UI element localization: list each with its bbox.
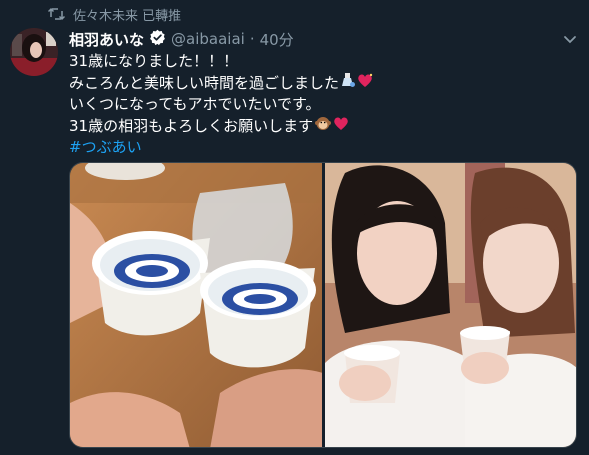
avatar[interactable] — [10, 28, 58, 76]
timestamp[interactable]: 40分 — [260, 29, 294, 50]
hashtag-link[interactable]: #つぶあい — [69, 137, 142, 158]
photo-two-women[interactable] — [324, 163, 576, 447]
tweet-line: みころんと美味しい時間を過ごしました — [69, 72, 574, 94]
sparkling-heart-icon — [357, 73, 373, 94]
display-name[interactable]: 相羽あいな — [69, 29, 144, 50]
retweet-context[interactable]: 佐々木未来 已轉推 — [48, 5, 182, 24]
red-heart-icon — [333, 116, 349, 137]
tweet-text: 31歳になりました！！！ みころんと美味しい時間を過ごしました いくつになっても… — [69, 51, 574, 158]
tweet-line: 31歳の相羽もよろしくお願いします — [69, 115, 574, 137]
tweet-header: 相羽あいな @aibaaiai · 40分 — [69, 28, 294, 50]
tweet-line-text: 31歳になりました！！！ — [69, 52, 239, 70]
tweet-line: 31歳になりました！！！ — [69, 51, 574, 72]
media-grid — [69, 162, 577, 448]
tweet-line-text: みころんと美味しい時間を過ごしました — [69, 73, 340, 92]
tweet-line-text: いくつになってもアホでいたいです。 — [69, 95, 321, 113]
retweet-icon — [48, 7, 65, 21]
handle[interactable]: @aibaaiai — [171, 30, 245, 48]
sake-bottle-icon — [341, 72, 356, 94]
tweet-line: #つぶあい — [69, 137, 574, 158]
tweet-line: いくつになってもアホでいたいです。 — [69, 94, 574, 115]
chevron-down-icon[interactable] — [563, 30, 577, 49]
verified-badge-icon — [149, 29, 166, 50]
retweet-text: 佐々木未来 已轉推 — [73, 8, 182, 24]
tweet-line-text: 31歳の相羽もよろしくお願いします — [69, 116, 314, 135]
photo-sake-cups[interactable] — [70, 163, 322, 447]
tweet[interactable]: 佐々木未来 已轉推 相羽あいな @aibaaiai · 40分 31歳になりまし… — [0, 0, 589, 455]
monkey-face-icon — [315, 115, 332, 137]
separator-dot: · — [249, 30, 255, 48]
